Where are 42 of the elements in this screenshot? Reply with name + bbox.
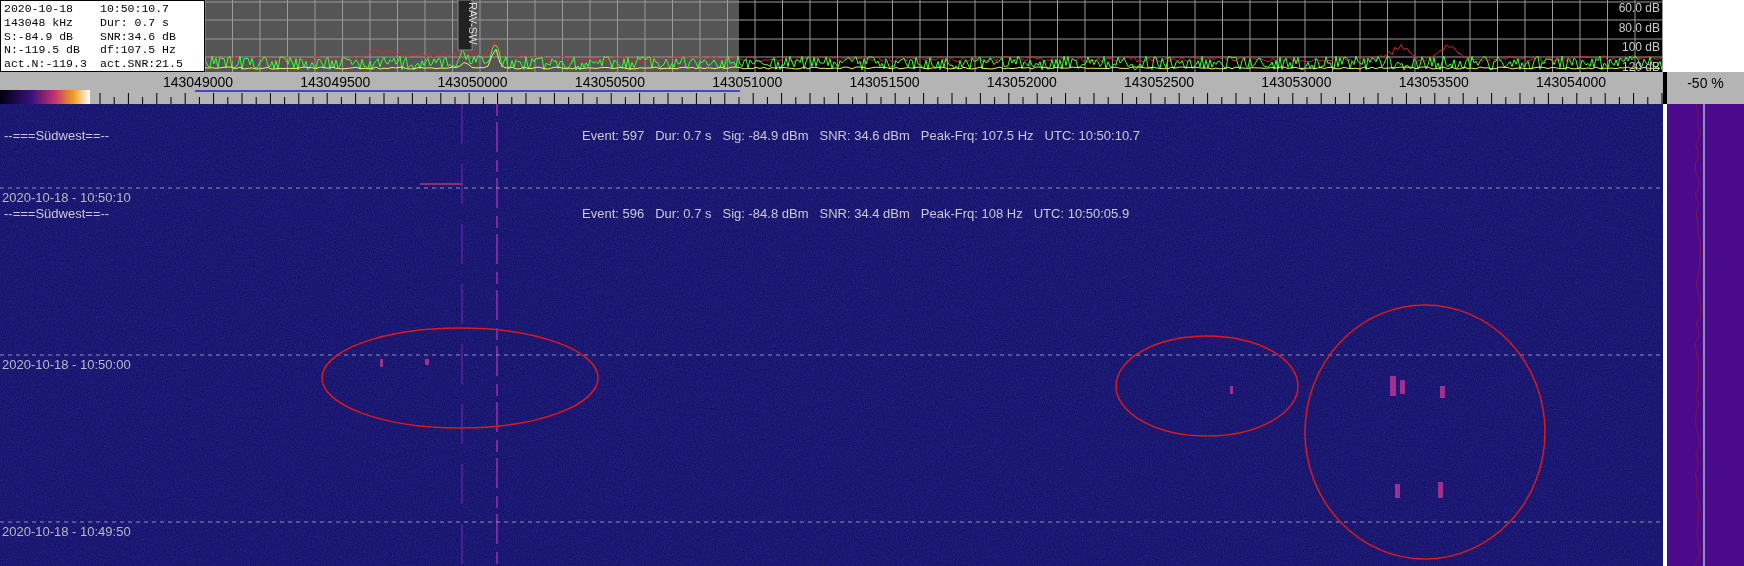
frequency-label: 143053000 — [1261, 74, 1332, 90]
info-text: act.N:-119.3 — [4, 57, 88, 71]
station-label: --===Südwest==-- — [4, 128, 110, 143]
timestamp-label: 2020-10-18 - 10:50:10 — [2, 190, 131, 205]
event-field: SNR: 34.4 dBm — [819, 206, 910, 221]
event-field: Peak-Frq: 107.5 Hz — [920, 128, 1034, 143]
frequency-label: 143053500 — [1398, 74, 1469, 90]
db-label: 80.0 dB — [1618, 20, 1660, 35]
event-field: Dur: 0.7 s — [655, 206, 712, 221]
info-text: Dur: 0.7 s — [100, 15, 170, 30]
frequency-label: 143051500 — [849, 74, 920, 90]
info-text: df:107.5 Hz — [100, 43, 177, 58]
event-field: Sig: -84.9 dBm — [722, 128, 809, 143]
info-text: N:-119.5 dB — [4, 43, 81, 58]
db-label: 100 dB — [1621, 40, 1660, 54]
frequency-label: 143054000 — [1535, 74, 1607, 90]
info-text: 10:50:10.7 — [100, 2, 170, 16]
event-field: Dur: 0.7 s — [655, 128, 712, 143]
info-text: S:-84.9 dB — [4, 29, 74, 44]
frequency-label: 143050500 — [574, 74, 645, 90]
frequency-label: 143049000 — [162, 74, 234, 90]
frequency-label: 143052500 — [1124, 74, 1195, 90]
event-field: Peak-Frq: 108 Hz — [920, 206, 1023, 221]
frequency-label: 143050000 — [437, 74, 508, 90]
frequency-label: 143052000 — [986, 74, 1057, 90]
event-field: Event: 597 — [582, 128, 645, 143]
event-field: UTC: 10:50:05.9 — [1033, 206, 1130, 221]
timestamp-label: 2020-10-18 - 10:50:00 — [2, 357, 131, 372]
event-field: Sig: -84.8 dBm — [722, 206, 809, 221]
info-text: SNR:34.6 dB — [100, 29, 177, 44]
info-text: 2020-10-18 — [4, 2, 74, 16]
info-text: act.SNR:21.5 — [100, 57, 184, 71]
percent-label: -50 % — [1687, 74, 1724, 91]
event-field: SNR: 34.6 dBm — [819, 128, 910, 143]
frequency-label: 143049500 — [300, 74, 371, 90]
station-label: --===Südwest==-- — [4, 206, 110, 221]
db-label: 60.0 dB — [1618, 1, 1660, 15]
event-field: UTC: 10:50:10.7 — [1044, 128, 1140, 143]
frequency-label: 143051000 — [712, 74, 783, 90]
timestamp-label: 2020-10-18 - 10:49:50 — [2, 524, 131, 539]
event-field: Event: 596 — [582, 206, 645, 221]
info-text: 143048 kHz — [4, 15, 74, 30]
